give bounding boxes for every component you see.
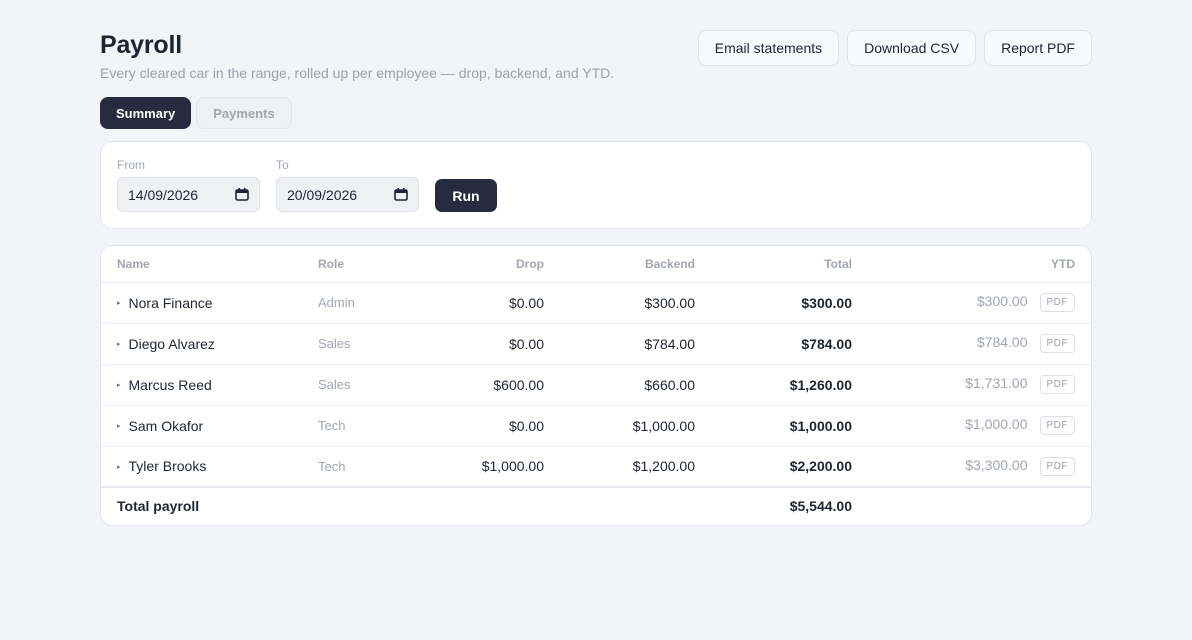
ytd-cell: $300.00 PDF — [852, 282, 1091, 324]
role-cell: Sales — [318, 364, 418, 406]
drop-cell: $1,000.00 — [418, 446, 544, 488]
from-date-input[interactable]: 14/09/2026 — [117, 177, 260, 212]
from-date-value: 14/09/2026 — [128, 186, 199, 203]
table-header-row: Name Role Drop Backend Total YTD — [101, 246, 1091, 283]
drop-cell: $600.00 — [418, 364, 544, 406]
ytd-value: $1,731.00 — [965, 375, 1028, 392]
to-label: To — [276, 158, 289, 172]
ytd-value: $300.00 — [976, 293, 1028, 310]
table-row[interactable]: ▸ Tyler Brooks Tech $1,000.00 $1,200.00 $… — [101, 446, 1091, 488]
total-cell: $1,000.00 — [695, 405, 852, 447]
total-payroll-label: Total payroll — [101, 486, 318, 524]
empty-cell — [418, 486, 544, 524]
pdf-button[interactable]: PDF — [1039, 375, 1075, 394]
total-payroll-value: $5,544.00 — [695, 486, 852, 524]
pdf-button[interactable]: PDF — [1039, 416, 1075, 435]
employee-name: Sam Okafor — [128, 417, 204, 434]
name-cell: ▸ Nora Finance — [101, 282, 318, 324]
ytd-cell: $784.00 PDF — [852, 323, 1091, 365]
from-label: From — [117, 158, 145, 172]
report-pdf-button[interactable]: Report PDF — [984, 30, 1092, 66]
calendar-icon[interactable] — [394, 188, 408, 201]
caret-right-icon[interactable]: ▸ — [117, 463, 121, 471]
to-field: To 20/09/2026 — [276, 158, 419, 212]
tab-summary[interactable]: Summary — [100, 97, 192, 129]
calendar-icon[interactable] — [235, 188, 249, 201]
caret-right-icon[interactable]: ▸ — [117, 422, 121, 430]
table-row[interactable]: ▸ Marcus Reed Sales $600.00 $660.00 $1,26… — [101, 364, 1091, 406]
drop-cell: $0.00 — [418, 323, 544, 365]
total-cell: $2,200.00 — [695, 446, 852, 488]
ytd-value: $3,300.00 — [965, 456, 1028, 473]
table-row[interactable]: ▸ Diego Alvarez Sales $0.00 $784.00 $784.… — [101, 323, 1091, 365]
name-cell: ▸ Diego Alvarez — [101, 323, 318, 365]
table-row[interactable]: ▸ Nora Finance Admin $0.00 $300.00 $300.0… — [101, 282, 1091, 324]
caret-right-icon[interactable]: ▸ — [117, 299, 121, 307]
column-header-name: Name — [101, 246, 318, 283]
role-cell: Sales — [318, 323, 418, 365]
role-cell: Admin — [318, 282, 418, 324]
ytd-cell: $3,300.00 PDF — [852, 446, 1091, 488]
name-cell: ▸ Sam Okafor — [101, 405, 318, 447]
empty-cell — [852, 486, 1091, 524]
backend-cell: $1,200.00 — [544, 446, 695, 488]
empty-cell — [318, 486, 418, 524]
backend-cell: $784.00 — [544, 323, 695, 365]
total-cell: $300.00 — [695, 282, 852, 324]
pdf-button[interactable]: PDF — [1039, 456, 1075, 476]
caret-right-icon[interactable]: ▸ — [117, 340, 121, 348]
role-cell: Tech — [318, 446, 418, 488]
column-header-backend: Backend — [544, 246, 695, 283]
ytd-value: $1,000.00 — [965, 416, 1028, 433]
employee-name: Nora Finance — [128, 294, 213, 311]
backend-cell: $1,000.00 — [544, 405, 695, 447]
total-cell: $1,260.00 — [695, 364, 852, 406]
email-statements-button[interactable]: Email statements — [697, 30, 840, 66]
name-cell: ▸ Tyler Brooks — [101, 446, 318, 488]
role-cell: Tech — [318, 405, 418, 447]
ytd-cell: $1,000.00 PDF — [852, 405, 1091, 447]
backend-cell: $300.00 — [544, 282, 695, 324]
employee-name: Tyler Brooks — [128, 458, 207, 475]
payroll-table: Name Role Drop Backend Total YTD ▸ Nora F… — [101, 246, 1091, 524]
drop-cell: $0.00 — [418, 405, 544, 447]
header-actions: Email statements Download CSV Report PDF — [697, 30, 1092, 66]
empty-cell — [544, 486, 695, 524]
date-filter-card: From 14/09/2026 To 20/09/2026 Run — [100, 141, 1092, 229]
column-header-total: Total — [695, 246, 852, 283]
pdf-button[interactable]: PDF — [1039, 334, 1075, 353]
ytd-cell: $1,731.00 PDF — [852, 364, 1091, 406]
column-header-ytd: YTD — [852, 246, 1091, 283]
total-payroll-row: Total payroll $5,544.00 — [101, 486, 1091, 524]
caret-right-icon[interactable]: ▸ — [117, 381, 121, 389]
download-csv-button[interactable]: Download CSV — [847, 30, 977, 66]
payroll-page: Payroll Every cleared car in the range, … — [100, 30, 1092, 526]
to-date-value: 20/09/2026 — [287, 186, 358, 203]
tab-payments[interactable]: Payments — [196, 97, 292, 129]
backend-cell: $660.00 — [544, 364, 695, 406]
name-cell: ▸ Marcus Reed — [101, 364, 318, 406]
page-header: Payroll Every cleared car in the range, … — [100, 30, 1092, 88]
total-cell: $784.00 — [695, 323, 852, 365]
page-subtitle: Every cleared car in the range, rolled u… — [100, 65, 615, 81]
ytd-value: $784.00 — [976, 334, 1028, 351]
tab-bar: Summary Payments — [100, 97, 292, 129]
employee-name: Marcus Reed — [128, 376, 212, 393]
run-button[interactable]: Run — [435, 179, 497, 212]
to-date-input[interactable]: 20/09/2026 — [276, 177, 419, 212]
column-header-role: Role — [318, 246, 418, 283]
pdf-button[interactable]: PDF — [1039, 293, 1075, 312]
employee-name: Diego Alvarez — [128, 335, 215, 352]
page-title: Payroll — [100, 31, 182, 59]
table-row[interactable]: ▸ Sam Okafor Tech $0.00 $1,000.00 $1,000.… — [101, 405, 1091, 447]
drop-cell: $0.00 — [418, 282, 544, 324]
from-field: From 14/09/2026 — [117, 158, 260, 212]
payroll-table-card: Name Role Drop Backend Total YTD ▸ Nora F… — [100, 245, 1092, 526]
column-header-drop: Drop — [418, 246, 544, 283]
